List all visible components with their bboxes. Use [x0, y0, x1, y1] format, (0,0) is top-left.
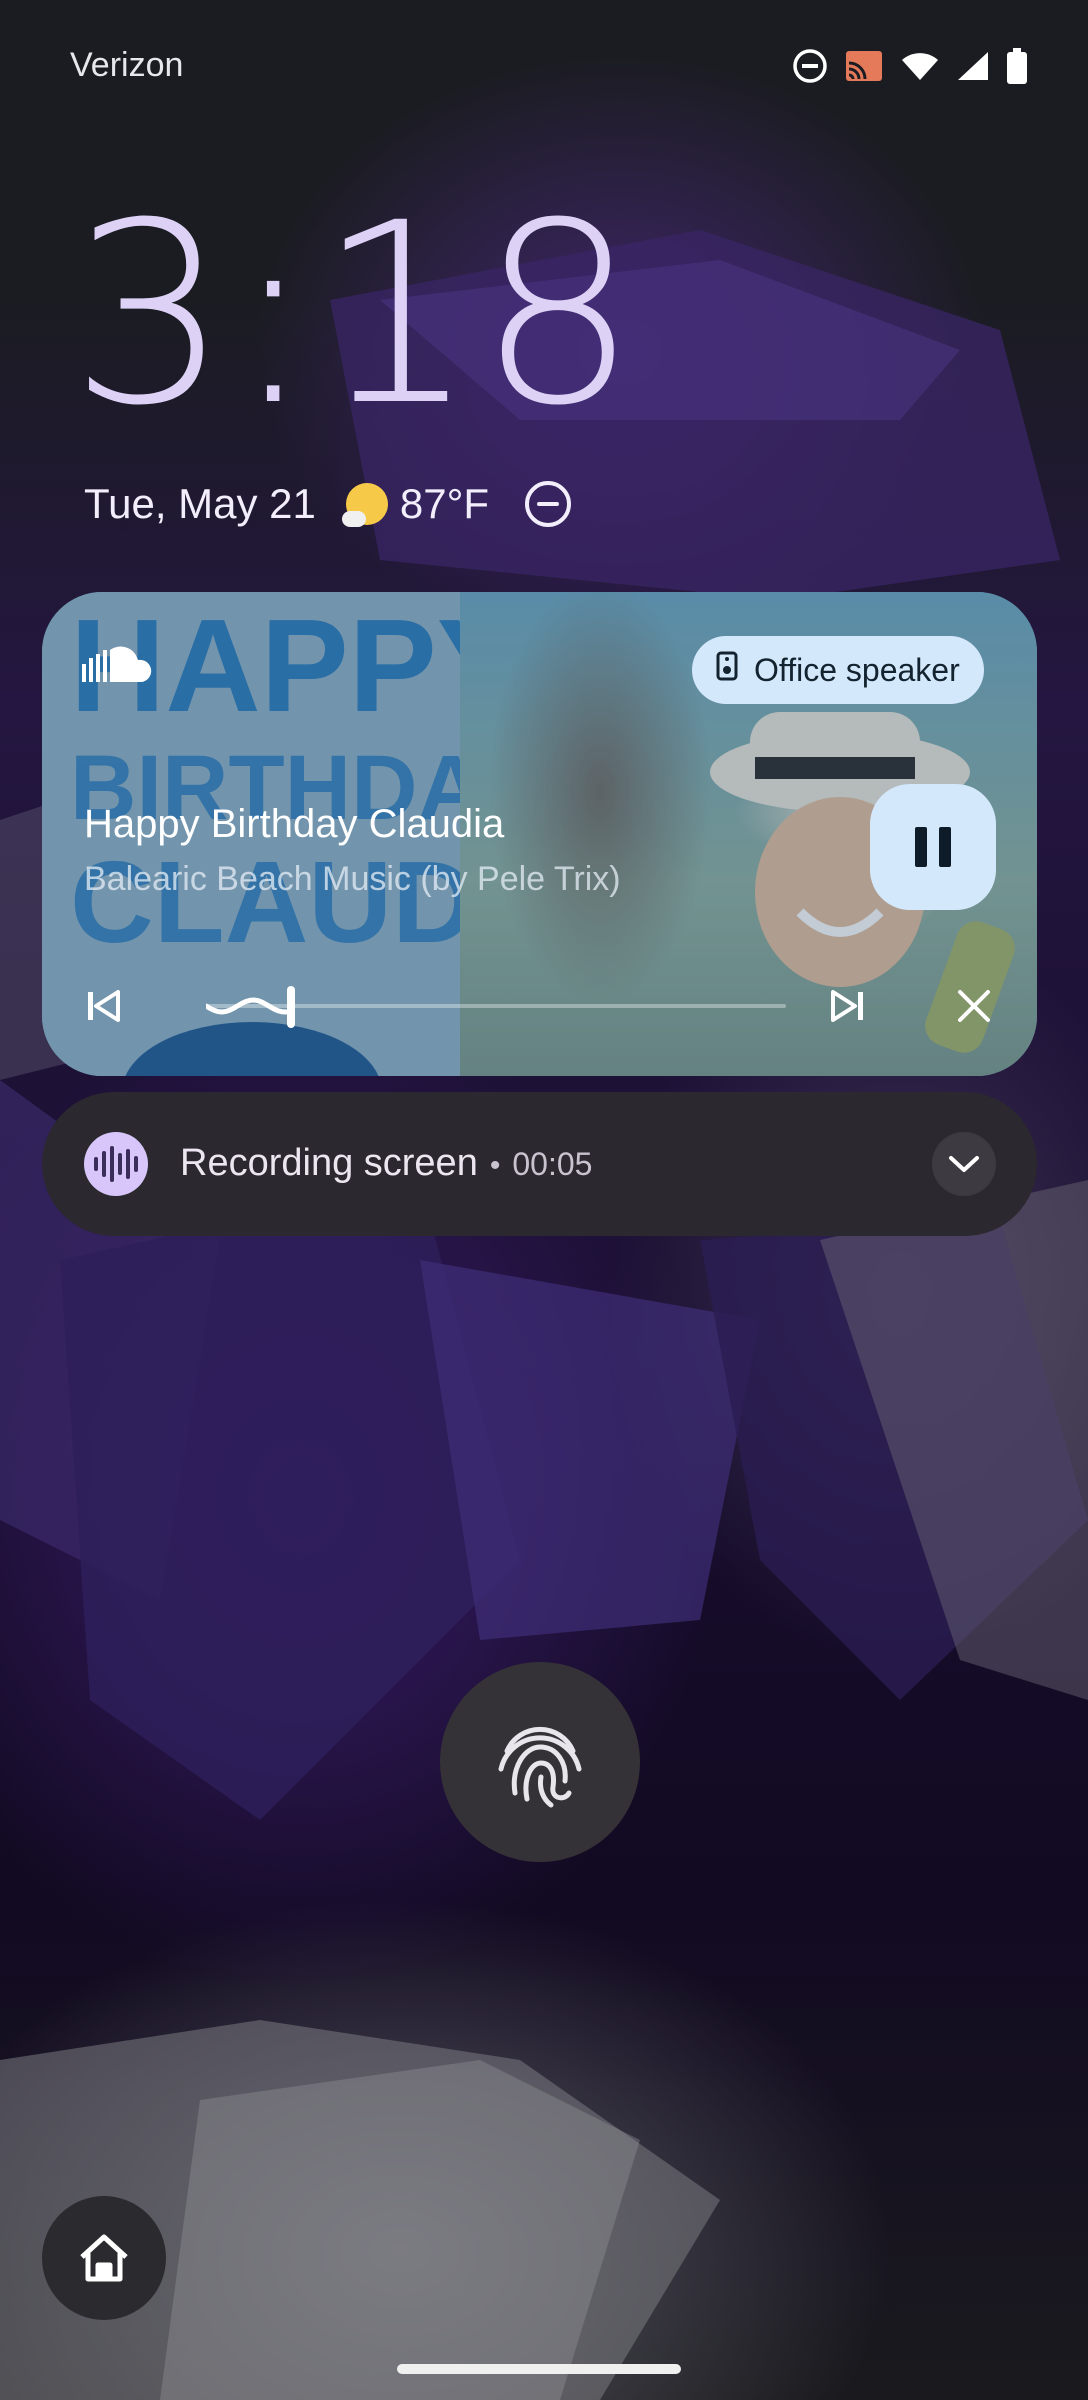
do-not-disturb-icon	[792, 48, 828, 84]
recording-text: Recording screen • 00:05	[180, 1142, 592, 1185]
speaker-icon	[716, 651, 738, 689]
partly-sunny-icon	[341, 483, 388, 527]
pause-icon-bar	[939, 827, 951, 867]
pause-icon	[915, 827, 927, 867]
date-weather-row[interactable]: Tue, May 21 87°F	[84, 480, 572, 528]
wifi-icon	[900, 50, 940, 82]
fingerprint-sensor[interactable]	[440, 1662, 640, 1862]
home-shortcut-button[interactable]	[42, 2196, 166, 2320]
battery-icon	[1006, 48, 1028, 84]
carrier-label: Verizon	[70, 46, 184, 84]
status-icons	[792, 48, 1028, 84]
status-bar: Verizon	[0, 0, 1088, 130]
seek-bar-progress	[206, 997, 287, 1015]
navigation-handle[interactable]	[397, 2364, 681, 2374]
close-icon	[958, 990, 990, 1022]
song-artist: Balearic Beach Music (by Pele Trix)	[84, 860, 621, 898]
recording-elapsed: 00:05	[512, 1146, 593, 1182]
output-device-label: Office speaker	[754, 651, 960, 688]
pause-button[interactable]	[870, 784, 996, 910]
date-label: Tue, May 21	[84, 480, 316, 527]
media-player-card[interactable]: HAPPY BIRTHDAY CLAUDIA Office speaker Ha…	[42, 592, 1037, 1076]
chevron-down-icon	[949, 1156, 979, 1172]
soundcloud-icon	[82, 644, 152, 689]
sound-wave-icon	[84, 1132, 148, 1196]
do-not-disturb-icon	[525, 481, 572, 527]
next-icon	[831, 990, 863, 1022]
previous-button[interactable]	[84, 986, 124, 1031]
cell-signal-icon	[956, 50, 990, 82]
home-icon	[80, 2234, 128, 2282]
fingerprint-icon	[498, 1726, 582, 1808]
separator-dot: •	[489, 1149, 501, 1182]
media-controls	[42, 972, 1037, 1042]
cast-icon	[844, 49, 884, 83]
expand-button[interactable]	[932, 1132, 996, 1196]
screen-recording-notification[interactable]: Recording screen • 00:05	[42, 1092, 1037, 1236]
next-button[interactable]	[827, 986, 867, 1031]
dismiss-button[interactable]	[954, 986, 994, 1031]
recording-title: Recording screen	[180, 1142, 478, 1184]
temperature-label: 87°F	[399, 480, 490, 527]
song-title: Happy Birthday Claudia	[84, 802, 505, 846]
output-device-chip[interactable]: Office speaker	[692, 636, 984, 704]
seek-bar-thumb[interactable]	[287, 986, 295, 1028]
previous-icon	[88, 990, 120, 1022]
lockscreen-clock: 3:18	[70, 169, 640, 460]
